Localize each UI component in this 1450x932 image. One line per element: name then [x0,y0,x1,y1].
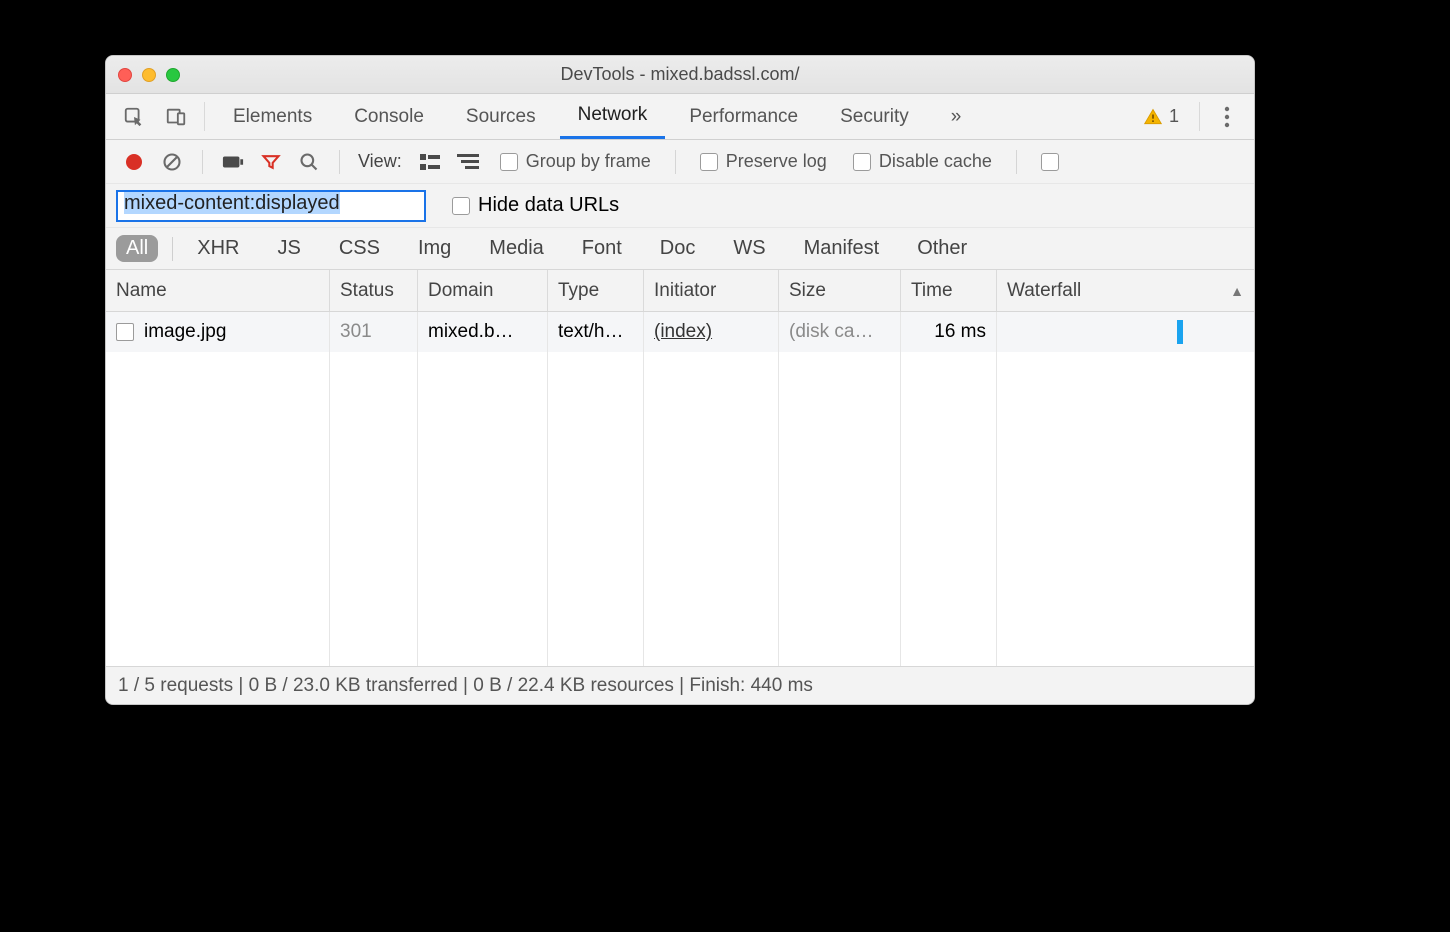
filter-icon[interactable] [255,146,287,178]
cell-domain: mixed.b… [418,312,548,352]
col-status[interactable]: Status [330,270,418,311]
col-domain[interactable]: Domain [418,270,548,311]
col-name[interactable]: Name [106,270,330,311]
screenshot-icon[interactable] [217,146,249,178]
cell-size: (disk ca… [779,312,901,352]
offline-checkbox-partial[interactable] [1031,153,1059,171]
col-size[interactable]: Size [779,270,901,311]
preserve-log-checkbox[interactable]: Preserve log [690,151,837,172]
request-name: image.jpg [144,321,226,343]
col-waterfall[interactable]: Waterfall ▲ [997,270,1254,311]
type-all[interactable]: All [116,235,158,262]
network-toolbar: View: Group by frame Preserve log Disabl… [106,140,1254,184]
disable-cache-label: Disable cache [879,151,992,172]
warning-icon [1143,107,1163,127]
view-label: View: [358,151,402,172]
table-row[interactable]: image.jpg 301 mixed.b… text/h… (index) (… [106,312,1254,352]
status-bar: 1 / 5 requests | 0 B / 23.0 KB transferr… [106,666,1254,704]
checkbox-icon [500,153,518,171]
cell-time: 16 ms [901,312,997,352]
resource-type-filter: All XHR JS CSS Img Media Font Doc WS Man… [106,228,1254,270]
waterfall-bar [1177,320,1183,344]
cell-initiator[interactable]: (index) [644,312,779,352]
type-js[interactable]: JS [267,235,310,262]
col-time[interactable]: Time [901,270,997,311]
devtools-window: DevTools - mixed.badssl.com/ Elements Co… [105,55,1255,705]
requests-table: Name Status Domain Type Initiator Size T… [106,270,1254,666]
type-doc[interactable]: Doc [650,235,706,262]
tab-performance[interactable]: Performance [671,94,816,139]
minimize-window-button[interactable] [142,68,156,82]
inspect-element-icon[interactable] [116,94,152,139]
overview-icon[interactable] [452,146,484,178]
type-css[interactable]: CSS [329,235,390,262]
cell-name: image.jpg [106,312,330,352]
type-font[interactable]: Font [572,235,632,262]
hide-data-urls-label: Hide data URLs [478,194,619,217]
checkbox-icon [1041,153,1059,171]
preserve-log-label: Preserve log [726,151,827,172]
window-controls [118,68,180,82]
warning-count: 1 [1169,106,1179,127]
status-text: 1 / 5 requests | 0 B / 23.0 KB transferr… [118,675,813,697]
col-waterfall-label: Waterfall [1007,280,1081,302]
large-rows-icon[interactable] [414,146,446,178]
panel-tabbar: Elements Console Sources Network Perform… [106,94,1254,140]
clear-button[interactable] [156,146,188,178]
tab-elements[interactable]: Elements [215,94,330,139]
type-other[interactable]: Other [907,235,977,262]
type-ws[interactable]: WS [723,235,775,262]
checkbox-icon [452,197,470,215]
device-toggle-icon[interactable] [158,94,194,139]
disable-cache-checkbox[interactable]: Disable cache [843,151,1002,172]
filter-value: mixed-content:displayed [124,192,340,214]
filter-bar: mixed-content:displayed Hide data URLs [106,184,1254,228]
table-header: Name Status Domain Type Initiator Size T… [106,270,1254,312]
cell-type: text/h… [548,312,644,352]
titlebar: DevTools - mixed.badssl.com/ [106,56,1254,94]
type-img[interactable]: Img [408,235,461,262]
window-title: DevTools - mixed.badssl.com/ [106,64,1254,85]
record-button[interactable] [118,146,150,178]
filter-input[interactable]: mixed-content:displayed [116,190,426,222]
tabs-overflow-button[interactable]: » [933,94,980,139]
cell-status: 301 [330,312,418,352]
hide-data-urls-checkbox[interactable]: Hide data URLs [442,194,629,217]
initiator-link: (index) [654,321,712,343]
search-icon[interactable] [293,146,325,178]
warnings-badge[interactable]: 1 [1133,94,1189,139]
type-xhr[interactable]: XHR [187,235,249,262]
tab-security[interactable]: Security [822,94,927,139]
type-manifest[interactable]: Manifest [794,235,890,262]
col-type[interactable]: Type [548,270,644,311]
tab-sources[interactable]: Sources [448,94,554,139]
table-empty-area [106,352,1254,666]
kebab-menu-icon[interactable] [1210,94,1244,139]
checkbox-icon [853,153,871,171]
tab-network[interactable]: Network [560,94,666,139]
group-by-frame-label: Group by frame [526,151,651,172]
sort-asc-icon: ▲ [1230,283,1244,299]
cell-waterfall [997,312,1254,352]
type-media[interactable]: Media [479,235,553,262]
table-body: image.jpg 301 mixed.b… text/h… (index) (… [106,312,1254,666]
checkbox-icon [700,153,718,171]
file-icon [116,323,134,341]
close-window-button[interactable] [118,68,132,82]
group-by-frame-checkbox[interactable]: Group by frame [490,151,661,172]
col-initiator[interactable]: Initiator [644,270,779,311]
tab-console[interactable]: Console [336,94,442,139]
maximize-window-button[interactable] [166,68,180,82]
